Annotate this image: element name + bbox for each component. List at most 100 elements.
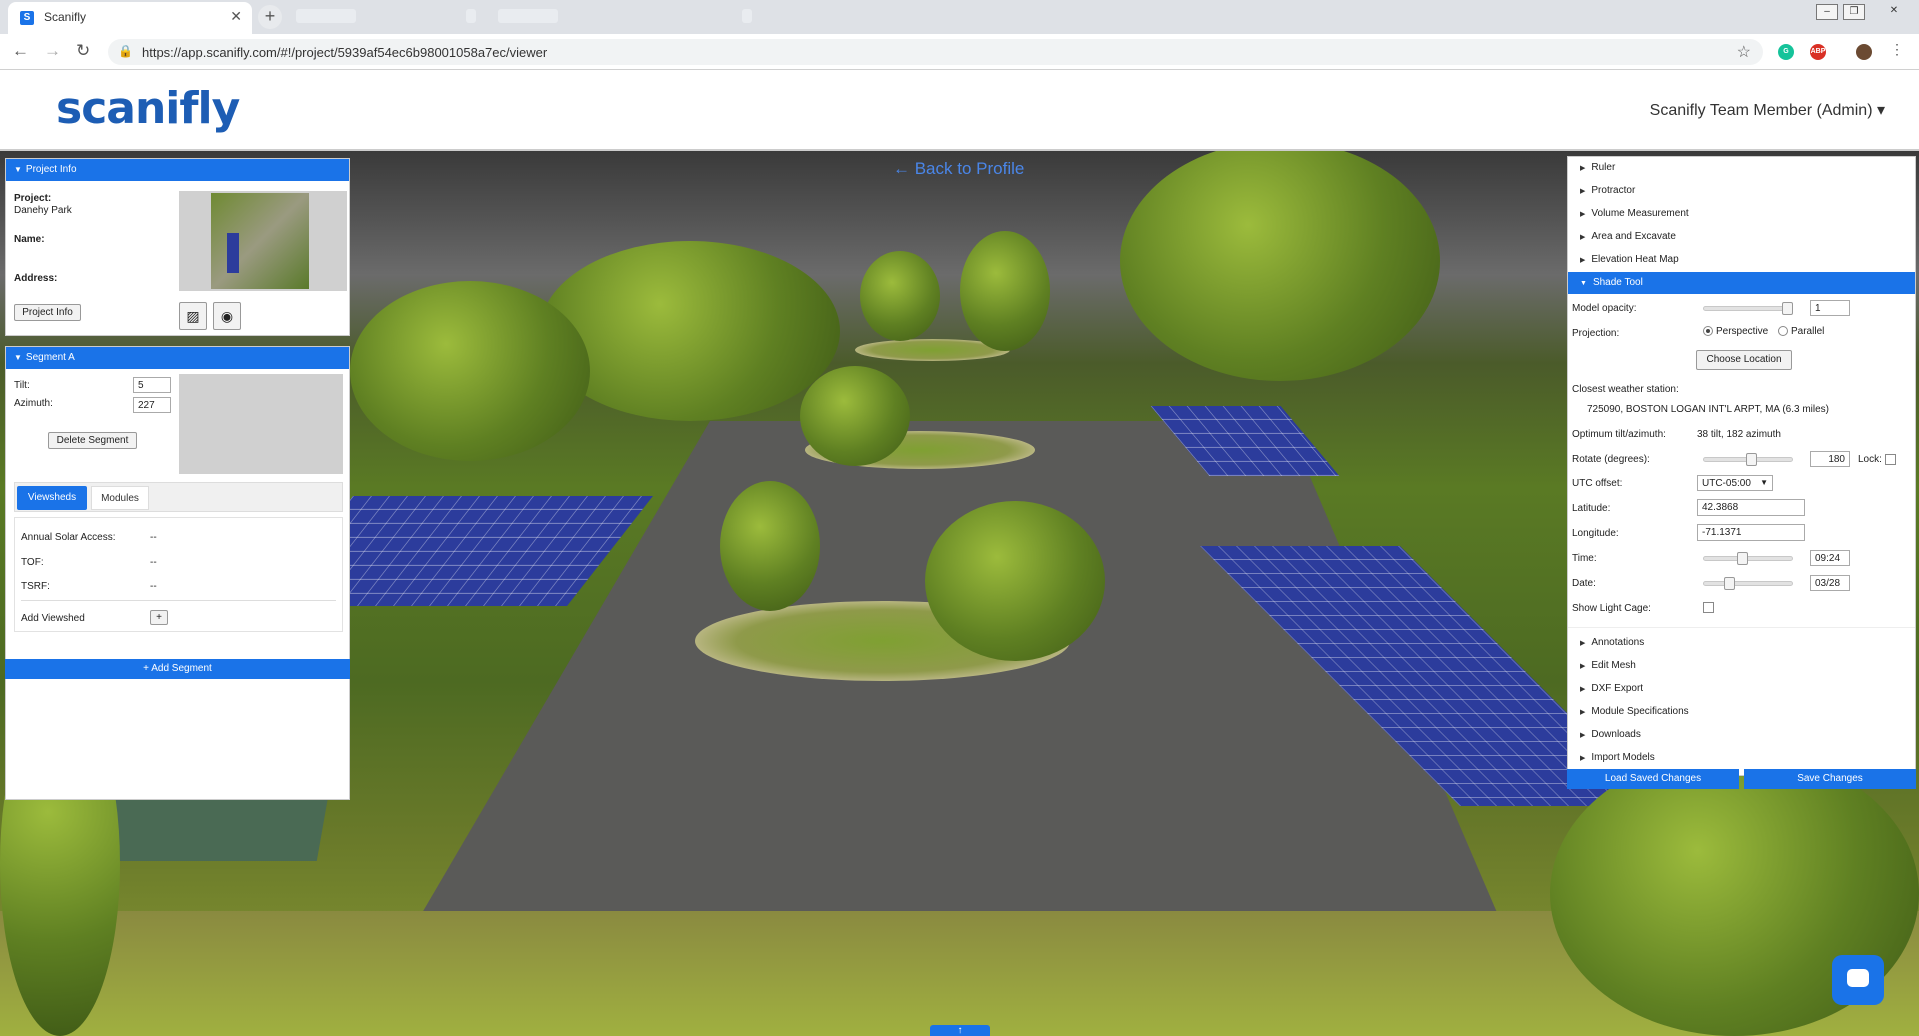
tree <box>350 281 590 461</box>
close-icon[interactable]: ✕ <box>230 8 242 25</box>
restore-window-icon[interactable]: ❐ <box>1843 4 1865 20</box>
longitude-input[interactable] <box>1697 524 1805 541</box>
delete-segment-button[interactable]: Delete Segment <box>48 432 137 449</box>
chat-button[interactable] <box>1832 955 1884 1005</box>
project-info-button[interactable]: Project Info <box>14 304 81 321</box>
radio-unselected[interactable] <box>1778 326 1788 337</box>
opacity-slider[interactable] <box>1703 302 1793 315</box>
tool-volume-measurement[interactable]: ▶ Volume Measurement <box>1568 203 1915 225</box>
load-saved-changes-button[interactable]: Load Saved Changes <box>1567 769 1739 789</box>
tool-module-specifications[interactable]: ▶ Module Specifications <box>1568 701 1915 723</box>
tool-downloads[interactable]: ▶ Downloads <box>1568 724 1915 746</box>
tilt-label: Tilt: <box>14 380 30 391</box>
save-changes-button[interactable]: Save Changes <box>1744 769 1916 789</box>
image-icon[interactable]: ▨ <box>179 302 207 330</box>
rotate-slider-knob[interactable] <box>1746 453 1757 466</box>
divider <box>21 600 336 601</box>
minimize-window-icon[interactable]: – <box>1816 4 1838 20</box>
viewsheds-content: Annual Solar Access: -- TOF: -- TSRF: --… <box>14 517 343 632</box>
add-viewshed-button[interactable]: + <box>150 610 168 625</box>
parallel-radio[interactable]: Parallel <box>1778 326 1824 337</box>
date-slider-knob[interactable] <box>1724 577 1735 590</box>
reload-icon[interactable]: ↻ <box>76 41 90 61</box>
project-info-panel: ▼ Project Info Project: Danehy Park Name:… <box>5 158 350 336</box>
tab-modules[interactable]: Modules <box>91 486 149 510</box>
tree <box>720 481 820 611</box>
utc-offset-label: UTC offset: <box>1572 478 1623 489</box>
url-bar[interactable]: 🔒 https://app.scanifly.com/#!/project/59… <box>108 39 1763 65</box>
perspective-radio[interactable]: Perspective <box>1703 326 1768 337</box>
browser-tab[interactable]: S Scanifly ✕ <box>8 2 252 34</box>
user-menu[interactable]: Scanifly Team Member (Admin) ▾ <box>1650 100 1885 120</box>
adblock-extension-icon[interactable]: ABP <box>1810 44 1826 60</box>
tool-dxf-export[interactable]: ▶ DXF Export <box>1568 678 1915 700</box>
tool-annotations[interactable]: ▶ Annotations <box>1568 632 1915 654</box>
rotate-slider[interactable] <box>1703 453 1793 466</box>
tsrf-label: TSRF: <box>21 581 50 592</box>
background-tab[interactable] <box>498 9 558 23</box>
segment-panel: ▼Segment A Tilt: Azimuth: Delete Segment… <box>5 346 350 800</box>
rotate-label: Rotate (degrees): <box>1572 454 1650 465</box>
tool-edit-mesh-label: Edit Mesh <box>1591 660 1636 671</box>
time-slider-knob[interactable] <box>1737 552 1748 565</box>
aerial-preview-image <box>211 193 309 289</box>
tab-title: Scanifly <box>44 10 87 24</box>
background-tab[interactable] <box>296 9 356 23</box>
latitude-input[interactable] <box>1697 499 1805 516</box>
forward-arrow-icon[interactable]: → <box>44 41 61 61</box>
model-opacity-label: Model opacity: <box>1572 303 1637 314</box>
opacity-slider-knob[interactable] <box>1782 302 1793 315</box>
expand-up-tab[interactable]: ↑ <box>930 1025 990 1036</box>
utc-offset-select[interactable]: UTC-05:00 ▼ <box>1697 475 1773 491</box>
browser-address-bar: ← → ↻ 🔒 https://app.scanifly.com/#!/proj… <box>0 34 1919 70</box>
background-tab[interactable] <box>742 9 752 23</box>
optimum-value: 38 tilt, 182 azimuth <box>1697 429 1781 440</box>
annual-solar-access-value: -- <box>150 532 157 543</box>
tilt-input[interactable] <box>133 377 171 393</box>
grammarly-extension-icon[interactable]: G <box>1778 44 1794 60</box>
tree <box>1120 151 1440 381</box>
tool-dxf-label: DXF Export <box>1591 683 1644 694</box>
tool-ruler[interactable]: ▶ Ruler <box>1568 157 1915 179</box>
new-tab-button[interactable]: + <box>258 5 282 29</box>
browser-menu-icon[interactable]: ⋮ <box>1890 41 1904 58</box>
bookmark-star-icon[interactable]: ☆ <box>1737 42 1751 62</box>
3d-viewer[interactable]: ← Back to Profile ▼ Project Info Project:… <box>0 151 1919 1036</box>
project-thumbnail[interactable] <box>179 191 347 291</box>
background-tab[interactable] <box>466 9 476 23</box>
segment-header[interactable]: ▼ Segment A <box>6 347 349 369</box>
segment-tab-bar: Viewsheds Modules <box>14 482 343 512</box>
tool-module-label: Module Specifications <box>1591 706 1689 717</box>
tool-ruler-label: Ruler <box>1591 162 1616 173</box>
url-text: https://app.scanifly.com/#!/project/5939… <box>142 45 548 60</box>
lock-label: Lock: <box>1858 454 1882 465</box>
tool-shade-tool[interactable]: ▼ Shade Tool <box>1568 272 1915 294</box>
tool-elevation-heat-map[interactable]: ▶ Elevation Heat Map <box>1568 249 1915 271</box>
profile-avatar[interactable] <box>1856 44 1872 60</box>
radio-selected[interactable] <box>1703 326 1713 337</box>
chat-bubble-icon <box>1847 969 1869 987</box>
add-segment-button[interactable]: + Add Segment <box>5 659 350 679</box>
time-slider[interactable] <box>1703 552 1793 565</box>
tool-import-models[interactable]: ▶ Import Models <box>1568 747 1915 769</box>
back-to-profile-link[interactable]: ← Back to Profile <box>893 159 1024 179</box>
lock-checkbox[interactable] <box>1885 454 1896 465</box>
tsrf-value: -- <box>150 581 157 592</box>
tool-protractor[interactable]: ▶ Protractor <box>1568 180 1915 202</box>
opacity-input[interactable] <box>1810 300 1850 316</box>
time-input[interactable] <box>1810 550 1850 566</box>
back-arrow-icon[interactable]: ← <box>12 41 29 61</box>
date-slider[interactable] <box>1703 577 1793 590</box>
camera-icon[interactable]: ◉ <box>213 302 241 330</box>
tab-viewsheds[interactable]: Viewsheds <box>17 486 87 510</box>
azimuth-input[interactable] <box>133 397 171 413</box>
tool-area-and-excavate[interactable]: ▶ Area and Excavate <box>1568 226 1915 248</box>
close-window-icon[interactable]: ✕ <box>1883 4 1905 20</box>
date-input[interactable] <box>1810 575 1850 591</box>
project-info-header[interactable]: ▼ Project Info <box>6 159 349 181</box>
tool-edit-mesh[interactable]: ▶ Edit Mesh <box>1568 655 1915 677</box>
choose-location-button[interactable]: Choose Location <box>1696 350 1792 370</box>
scanifly-logo[interactable]: scanifly <box>56 83 240 134</box>
light-cage-checkbox[interactable] <box>1703 602 1714 613</box>
rotate-input[interactable] <box>1810 451 1850 467</box>
